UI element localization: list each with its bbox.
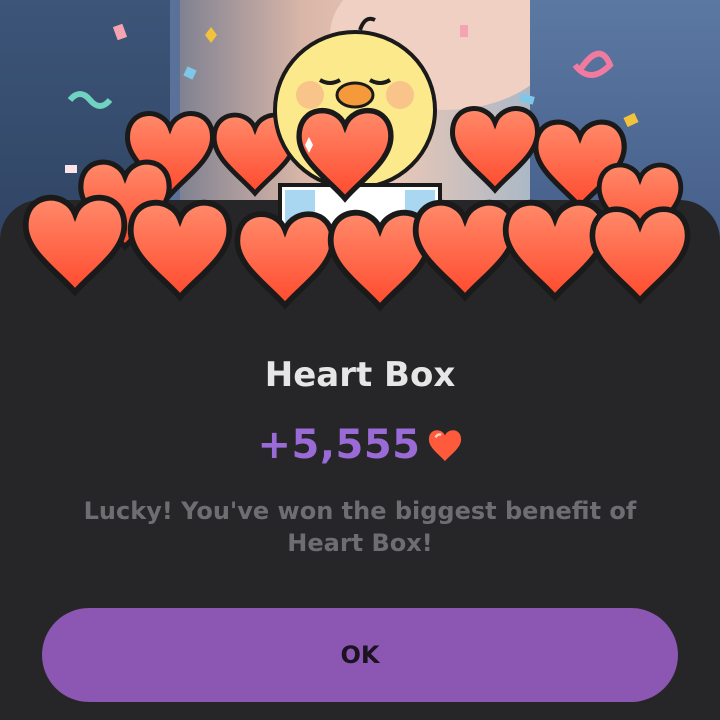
- dialog-title: Heart Box: [264, 355, 456, 395]
- heart-box-illustration: [20, 16, 700, 320]
- ok-button-label: OK: [340, 641, 380, 669]
- reward-message: Lucky! You've won the biggest benefit of…: [83, 497, 637, 557]
- reward-amount-row: +5,555: [0, 422, 720, 468]
- reward-amount: +5,555: [257, 422, 421, 468]
- heart-icon: [26, 198, 688, 307]
- ok-button[interactable]: OK: [42, 608, 678, 702]
- heart-icon: [428, 430, 461, 462]
